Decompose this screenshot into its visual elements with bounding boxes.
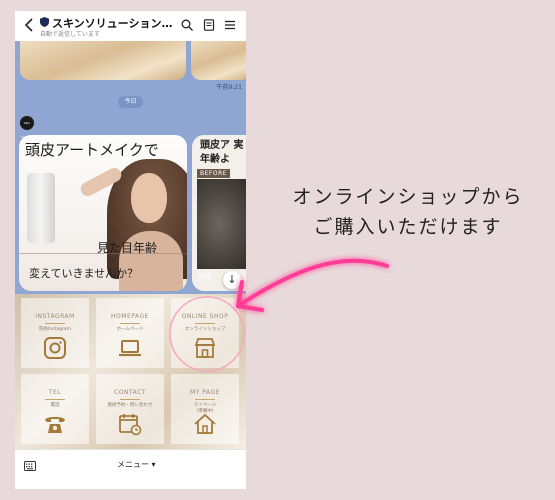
instagram-icon [44,337,66,359]
tile-divider [195,323,215,324]
product-bottle-image [27,173,55,243]
callout-text: オンラインショップから ご購入いただけます [262,182,554,242]
message-timestamp: 午前9:21 [216,84,242,91]
card2-footer: 施術 [198,272,212,280]
verified-shield-icon [40,17,49,27]
calendar-icon [119,414,142,436]
scalp-before-photo [197,179,246,269]
tile-subtitle: ホームページ [116,327,144,332]
house-icon [194,413,216,434]
model-face-image [131,173,167,223]
arrow-shaft [236,258,389,308]
card-subline: 見た目年齢 [97,241,158,255]
menu-tile-contact[interactable]: CONTACT 施術予約・問い合わせ [96,374,164,444]
menu-tile-homepage[interactable]: HOMEPAGE ホームページ [96,298,164,368]
menu-toggle-button[interactable]: メニュー ▾ [117,459,156,470]
menu-tile-tel[interactable]: TEL 電話 [21,374,89,444]
chat-area[interactable]: 午前9:21 今日 Skin Solution 頭皮アートメイクで 見た目年齢 … [15,41,246,294]
notes-icon[interactable] [203,19,215,31]
tile-divider [120,399,140,400]
tile-subtitle: オンラインショップ [184,327,226,332]
tile-title: TEL [48,389,62,396]
shop-icon [194,338,216,358]
card-headline: 頭皮アートメイクで [25,141,159,159]
avatar[interactable]: Skin Solution [20,116,34,139]
chat-header: スキンソリューションク… 自動で返信しています [15,11,246,41]
tile-subtitle: 電話 [50,403,60,408]
laptop-icon [119,340,141,357]
date-divider: 今日 [118,96,143,108]
tile-title: HOMEPAGE [111,313,149,320]
bottom-bar: メニュー ▾ [15,449,246,489]
telephone-icon [45,417,65,433]
tile-title: INSTAGRAM [35,313,75,320]
tile-title: CONTACT [114,389,146,396]
card2-headline: 頭皮ア 実年齢よ [200,140,244,165]
scroll-down-button[interactable]: ↓ [223,271,241,289]
callout-line-2: ご購入いただけます [313,216,503,238]
carousel-card-before-after[interactable]: 頭皮ア 実年齢よ BEFORE 施術 [192,135,246,291]
phone-screen: スキンソリューションク… 自動で返信しています 午前9:21 今日 Skin S… [15,11,246,489]
callout-line-1: オンラインショップから [292,186,524,208]
tile-divider [120,323,140,324]
keyboard-icon[interactable] [24,461,36,471]
rich-menu: INSTAGRAM 院長Instagram HOMEPAGE ホームページ ON… [15,294,246,449]
search-icon[interactable] [181,19,193,31]
carousel-card-scalp-artmake[interactable]: 頭皮アートメイクで 見た目年齢 変えていきませんか？ [19,135,187,291]
sand-image-message[interactable] [20,41,186,80]
sand-image-message-2[interactable] [191,41,246,80]
chat-subtitle: 自動で返信しています [40,31,100,38]
tile-subtitle: 施術予約・問い合わせ [107,403,153,408]
tile-divider [45,323,65,324]
tile-divider [195,399,215,400]
tile-subtitle: 院長Instagram [39,327,71,332]
tile-divider [45,399,65,400]
card-tagline: 変えていきませんか？ [29,267,139,280]
down-arrow-icon: ↓ [227,273,237,286]
tile-title: MY PAGE [190,389,220,396]
before-badge: BEFORE [197,169,231,178]
menu-tile-online-shop[interactable]: ONLINE SHOP オンラインショップ [171,298,239,368]
menu-tile-my-page[interactable]: MY PAGE マイページ (準備中) [171,374,239,444]
menu-tile-instagram[interactable]: INSTAGRAM 院長Instagram [21,298,89,368]
tile-title: ONLINE SHOP [181,313,229,320]
hamburger-menu-icon[interactable] [224,19,236,31]
back-arrow-icon[interactable] [24,18,34,32]
